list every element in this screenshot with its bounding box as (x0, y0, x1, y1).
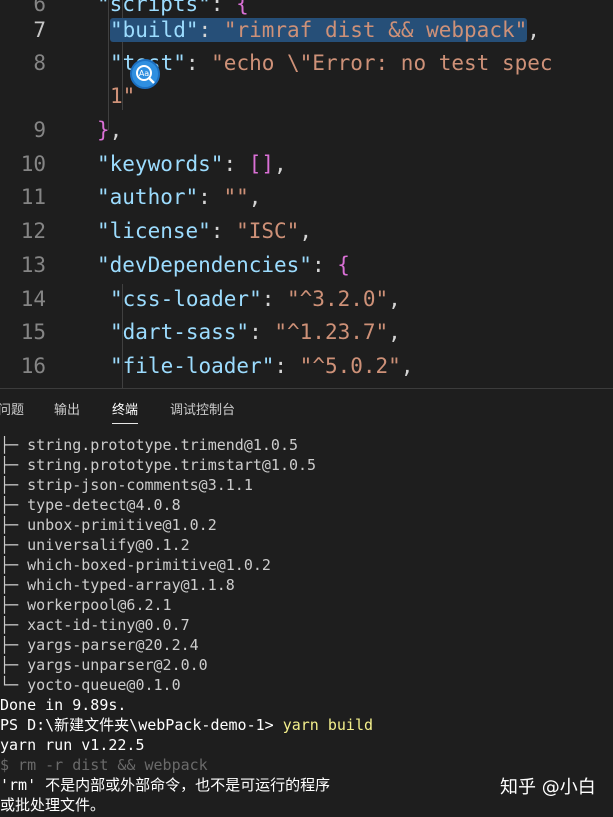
code-token: "^5.0.2" (299, 354, 401, 378)
terminal-line: yarn run v1.22.5 (0, 736, 145, 754)
code-token: "author" (97, 185, 199, 209)
code-token: : (198, 185, 224, 209)
code-text: "license": "ISC", (97, 215, 312, 248)
code-token: : (198, 18, 224, 42)
line-number: 13 (20, 253, 46, 277)
line-number: 9 (33, 118, 46, 142)
code-token: "css-loader" (110, 287, 262, 311)
code-token: , (388, 320, 401, 344)
code-token: "build" (110, 18, 199, 42)
code-token: "^1.23.7" (274, 320, 389, 344)
code-token: 1" (110, 84, 136, 108)
editor-line[interactable]: 8 "test": "echo \"Error: no test spec (0, 47, 613, 80)
code-token: "license" (97, 219, 211, 243)
svg-text:Aa: Aa (139, 69, 149, 78)
editor-line[interactable]: 7 "build": "rimraf dist && webpack", (0, 14, 613, 47)
line-number: 8 (33, 51, 46, 75)
line-number: 16 (20, 354, 46, 378)
code-token: "devDependencies" (97, 253, 312, 277)
code-token: : (185, 51, 212, 75)
editor-line[interactable]: 16 "file-loader": "^5.0.2", (0, 350, 613, 383)
code-text: "build": "rimraf dist && webpack", (110, 14, 540, 47)
terminal-line: ├─ universalify@0.1.2 (0, 536, 190, 554)
code-editor[interactable]: 6 "scripts": {7 "build": "rimraf dist && w… (0, 0, 613, 388)
code-token: { (337, 253, 350, 277)
code-token: "^3.2.0" (287, 287, 389, 311)
code-text: "dart-sass": "^1.23.7", (110, 316, 401, 349)
code-token: "ISC" (236, 219, 300, 243)
tab-3[interactable]: 调试控制台 (170, 389, 235, 433)
code-token: , (274, 152, 287, 176)
editor-line[interactable]: 11 "author": "", (0, 181, 613, 214)
editor-line[interactable]: 12 "license": "ISC", (0, 215, 613, 248)
code-text: "css-loader": "^3.2.0", (110, 283, 401, 316)
editor-line[interactable]: 9}, (0, 114, 613, 147)
code-text: "test": "echo \"Error: no test spec (110, 47, 553, 80)
code-token: "keywords" (97, 152, 224, 176)
code-text: "keywords": [], (97, 148, 287, 181)
editor-line[interactable]: 10 "keywords": [], (0, 148, 613, 181)
terminal-line: ├─ yargs-unparser@2.0.0 (0, 656, 208, 674)
terminal-line: ├─ type-detect@4.0.8 (0, 496, 181, 514)
tab-1[interactable]: 输出 (54, 389, 80, 433)
terminal-line: ├─ which-boxed-primitive@1.0.2 (0, 556, 271, 574)
terminal-line: ├─ which-typed-array@1.1.8 (0, 576, 235, 594)
terminal-command: yarn build (282, 716, 374, 734)
code-token: "file-loader" (110, 354, 275, 378)
editor-line[interactable]: 1" (0, 80, 613, 113)
code-token: } (97, 118, 110, 142)
terminal-line: $ rm -r dist && webpack (0, 756, 208, 774)
translate-aa-icon[interactable]: Aa (130, 59, 160, 89)
editor-line[interactable]: 14 "css-loader": "^3.2.0", (0, 283, 613, 316)
line-number: 7 (33, 18, 46, 42)
line-number: 15 (20, 320, 46, 344)
code-token: : (261, 287, 288, 311)
code-token: , (248, 185, 262, 209)
code-token: : (223, 152, 249, 176)
line-number: 11 (20, 185, 46, 209)
code-token: : (311, 253, 338, 277)
line-number: 10 (20, 152, 46, 176)
code-token: "echo \"Error: no test spec (211, 51, 553, 75)
terminal-line: └─ yocto-queue@0.1.0 (0, 676, 181, 694)
code-token: [] (248, 152, 275, 176)
code-token: : (210, 219, 237, 243)
terminal-line: ├─ strip-json-comments@3.1.1 (0, 476, 253, 494)
selection-highlight: "build": "rimraf dist && webpack" (110, 18, 528, 42)
code-token: , (400, 354, 414, 378)
editor-line[interactable]: 15 "dart-sass": "^1.23.7", (0, 316, 613, 349)
line-number: 12 (20, 219, 46, 243)
code-text: }, (97, 114, 122, 147)
terminal-line: ├─ xact-id-tiny@0.0.7 (0, 616, 190, 634)
terminal-line: ├─ yargs-parser@20.2.4 (0, 636, 199, 654)
editor-line[interactable]: 13 "devDependencies": { (0, 249, 613, 282)
code-text: "author": "", (97, 181, 261, 214)
terminal-line: 'rm' 不是内部或外部命令，也不是可运行的程序 (0, 776, 331, 794)
terminal-line: ├─ string.prototype.trimstart@1.0.5 (0, 456, 317, 474)
code-token: : (249, 320, 275, 344)
line-number: 14 (20, 287, 46, 311)
terminal-line: PS D:\新建文件夹\webPack-demo-1> yarn build (0, 715, 373, 735)
bottom-panel: 问题 输出 终端 调试控制台 ├─ string.prototype.trimend@… (0, 388, 613, 817)
terminal-line: 或批处理文件。 (0, 796, 106, 814)
terminal-line: ├─ workerpool@6.2.1 (0, 596, 172, 614)
panel-tabs: 问题 输出 终端 调试控制台 (0, 389, 613, 433)
code-token: "dart-sass" (110, 320, 250, 344)
code-text: "devDependencies": { (97, 249, 350, 282)
terminal-line: ├─ string.prototype.trimend@1.0.5 (0, 436, 299, 454)
code-token: "rimraf dist && webpack" (223, 18, 528, 42)
terminal-prompt: PS D:\新建文件夹\webPack-demo-1> (0, 716, 283, 734)
code-token: , (109, 118, 123, 142)
terminal-line: ├─ unbox-primitive@1.0.2 (0, 516, 217, 534)
code-token: "" (223, 185, 249, 209)
code-token: , (299, 219, 312, 243)
code-token: , (527, 18, 540, 42)
code-token: : (274, 354, 300, 378)
code-text: "file-loader": "^5.0.2", (110, 350, 413, 383)
code-token: , (388, 287, 401, 311)
watermark: 知乎 @小白 (500, 777, 596, 798)
tab-2[interactable]: 终端 (112, 389, 139, 433)
terminal-line: Done in 9.89s. (0, 696, 127, 714)
tab-0[interactable]: 问题 (0, 389, 24, 433)
